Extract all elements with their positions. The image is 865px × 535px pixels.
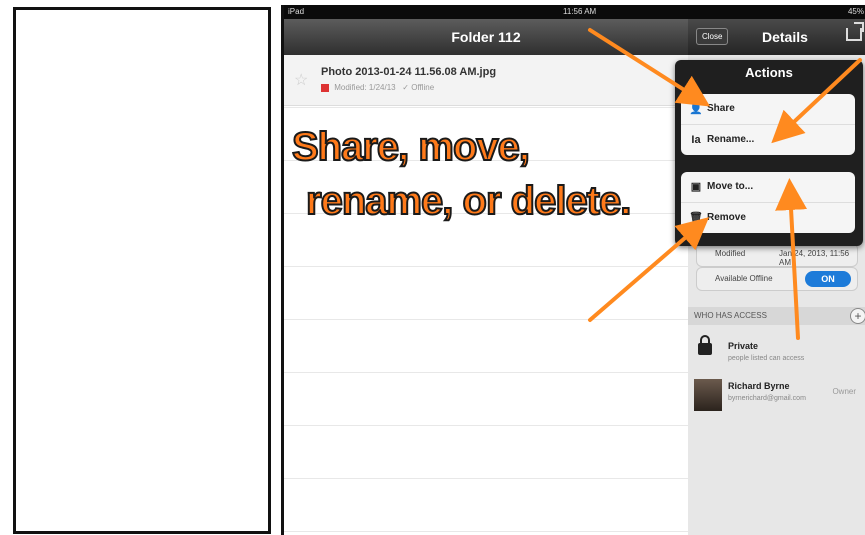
actions-group-2: ▣ Move to... 🗑 Remove <box>681 172 855 233</box>
add-person-icon: 👤 <box>689 103 703 115</box>
file-row[interactable]: ☆ Photo 2013-01-24 11.56.08 AM.jpg Modif… <box>284 55 688 106</box>
actions-popover: Actions 👤 Share Ia Rename... ▣ Move to..… <box>675 60 863 246</box>
share-icon[interactable] <box>846 22 864 41</box>
rename-label: Rename... <box>707 134 755 145</box>
file-offline: Offline <box>411 83 435 92</box>
star-icon[interactable]: ☆ <box>294 70 308 90</box>
overlay-line-1: Share, move, <box>291 124 531 170</box>
trash-icon: 🗑 <box>689 212 703 224</box>
modified-row: Modified Jan 24, 2013, 11:56 AM <box>696 243 858 267</box>
image-file-icon <box>321 83 329 92</box>
share-label: Share <box>707 103 735 114</box>
who-has-access-header: WHO HAS ACCESS + <box>688 307 865 325</box>
status-time: 11:56 AM <box>563 7 597 16</box>
offline-toggle[interactable]: ON <box>805 271 851 287</box>
carrier: iPad <box>288 7 305 16</box>
ipad-screen: iPad 11:56 AM 45% Folder 112 Close Detai… <box>281 5 865 535</box>
avatar <box>694 379 722 411</box>
file-name: Photo 2013-01-24 11.56.08 AM.jpg <box>321 66 497 78</box>
move-action[interactable]: ▣ Move to... <box>681 172 855 203</box>
lock-icon <box>698 335 712 355</box>
access-owner[interactable]: Richard Byrne byrnerichard@gmail.com Own… <box>688 375 865 415</box>
move-label: Move to... <box>707 181 754 192</box>
actions-title: Actions <box>745 65 793 80</box>
text-cursor-icon: Ia <box>691 134 701 146</box>
modified-label: Modified <box>715 249 746 258</box>
who-has-access-label: WHO HAS ACCESS <box>694 311 767 320</box>
file-meta: Modified: 1/24/13 ✓ Offline <box>321 83 434 92</box>
nav-bar: Folder 112 <box>284 19 688 55</box>
status-bar: iPad 11:56 AM 45% <box>284 5 865 19</box>
available-offline-label: Available Offline <box>715 274 773 283</box>
person-sub: people listed can access <box>728 355 805 362</box>
modified-value: Jan 24, 2013, 11:56 AM <box>779 249 850 267</box>
blank-left-panel <box>13 7 271 534</box>
folder-title: Folder 112 <box>451 29 521 45</box>
details-title: Details <box>762 29 808 45</box>
person-name: Richard Byrne <box>728 381 790 391</box>
close-button[interactable]: Close <box>696 28 729 45</box>
add-person-button[interactable]: + <box>850 308 865 324</box>
details-bar: Close Details <box>688 19 865 55</box>
folder-move-icon: ▣ <box>690 181 702 193</box>
available-offline-row: Available Offline ON <box>696 267 858 291</box>
access-private[interactable]: Private people listed can access <box>688 335 865 375</box>
person-name: Private <box>728 341 759 351</box>
rename-action[interactable]: Ia Rename... <box>681 125 855 155</box>
file-modified: Modified: 1/24/13 <box>334 83 396 92</box>
remove-label: Remove <box>707 212 746 223</box>
person-email: byrnerichard@gmail.com <box>728 395 806 402</box>
person-role: Owner <box>832 387 856 396</box>
share-action[interactable]: 👤 Share <box>681 94 855 125</box>
battery-level: 45% <box>847 7 864 16</box>
remove-action[interactable]: 🗑 Remove <box>681 203 855 233</box>
overlay-line-2: rename, or delete. <box>305 178 632 224</box>
actions-group-1: 👤 Share Ia Rename... <box>681 94 855 155</box>
offline-icon: ✓ <box>402 83 409 92</box>
